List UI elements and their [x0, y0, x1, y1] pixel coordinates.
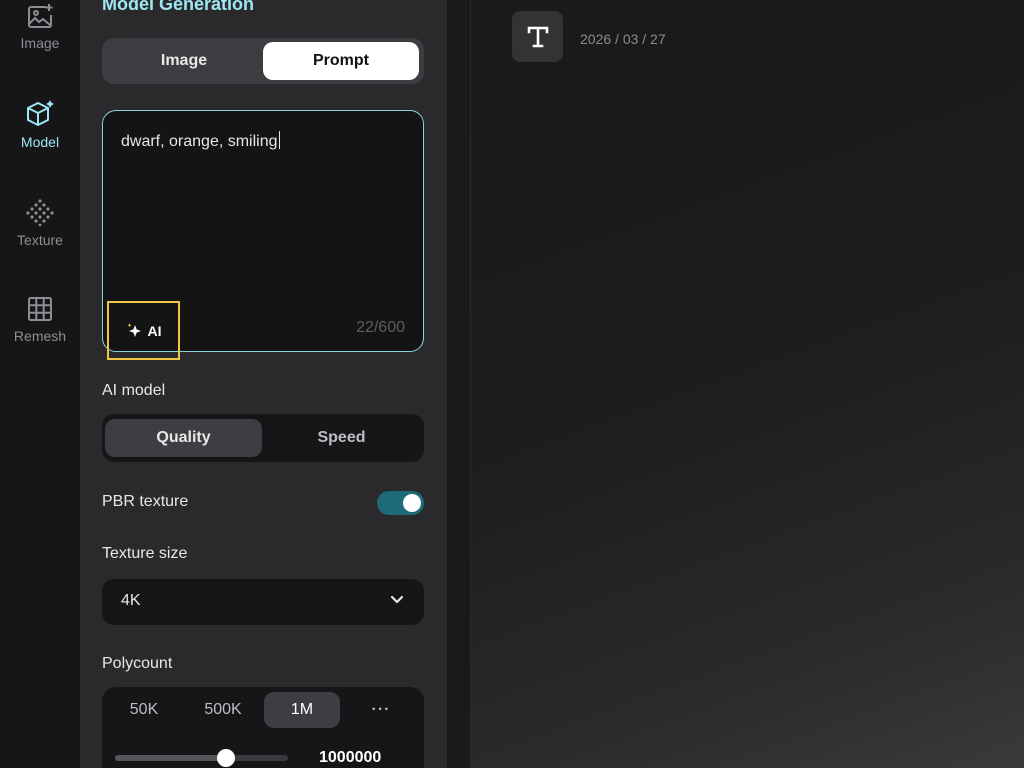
rail-item-label: Model — [20, 134, 60, 150]
ai-model-segmented-control: Quality Speed — [102, 414, 424, 462]
cube-sparkle-icon — [27, 100, 54, 126]
image-plus-icon — [28, 4, 53, 28]
pbr-texture-label: PBR texture — [102, 493, 189, 510]
rail-item-remesh[interactable]: Remesh — [0, 296, 80, 344]
history-item-date: 2026 / 03 / 27 — [580, 31, 666, 47]
prompt-text: dwarf, orange, smiling — [121, 133, 278, 150]
chevron-down-icon — [390, 595, 404, 604]
polycount-value: 1000000 — [319, 749, 382, 766]
sparkle-icon — [126, 322, 141, 337]
texture-size-label: Texture size — [102, 545, 188, 562]
ai-model-speed-option[interactable]: Speed — [263, 419, 420, 457]
rail-item-model[interactable]: Model — [0, 100, 80, 150]
polycount-50k-option[interactable]: 50K — [106, 692, 182, 728]
texture-dots-icon — [26, 199, 54, 226]
ai-enhance-button[interactable]: AI — [107, 301, 180, 360]
mode-image-button[interactable]: Image — [106, 42, 262, 80]
ai-button-label: AI — [147, 322, 162, 339]
rail-item-label: Texture — [17, 232, 63, 248]
polycount-slider-thumb[interactable] — [216, 749, 235, 767]
mode-toggle: Image Prompt — [102, 38, 424, 84]
rail-item-label: Remesh — [13, 328, 67, 344]
panel-title: Model Generation — [102, 0, 255, 14]
polycount-1m-option[interactable]: 1M — [264, 692, 340, 728]
polycount-slider-track[interactable] — [115, 755, 288, 761]
polycount-500k-option[interactable]: 500K — [185, 692, 261, 728]
grid-icon — [28, 297, 52, 321]
rail-item-image[interactable]: Image — [0, 3, 80, 51]
texture-size-select[interactable]: 4K — [102, 579, 424, 625]
rail-item-label: Image — [20, 35, 60, 51]
main-canvas: 2026 / 03 / 27 — [471, 0, 1024, 768]
rail-item-texture[interactable]: Texture — [0, 198, 80, 248]
polycount-label: Polycount — [102, 655, 173, 672]
polycount-slider-fill — [115, 755, 226, 761]
ai-model-label: AI model — [102, 382, 166, 399]
ai-model-quality-option[interactable]: Quality — [105, 419, 262, 457]
polycount-more-option[interactable]: ··· — [343, 692, 419, 728]
prompt-text-wrap: dwarf, orange, smiling — [121, 131, 280, 151]
model-generation-panel: Model Generation Image Prompt dwarf, ora… — [80, 0, 447, 768]
pbr-texture-toggle[interactable] — [377, 491, 424, 515]
history-item-thumbnail[interactable] — [512, 11, 563, 62]
polycount-control: 50K 500K 1M ··· 1000000 — [102, 687, 424, 768]
text-caret — [278, 131, 280, 149]
prompt-input[interactable]: dwarf, orange, smiling AI 22/600 — [102, 110, 424, 360]
left-nav-rail: Image Model Texture Remesh — [0, 0, 80, 768]
character-counter: 22/600 — [356, 319, 405, 336]
texture-size-value: 4K — [121, 592, 141, 609]
mode-prompt-button[interactable]: Prompt — [263, 42, 419, 80]
text-type-icon — [527, 26, 548, 47]
toggle-knob — [403, 494, 421, 512]
